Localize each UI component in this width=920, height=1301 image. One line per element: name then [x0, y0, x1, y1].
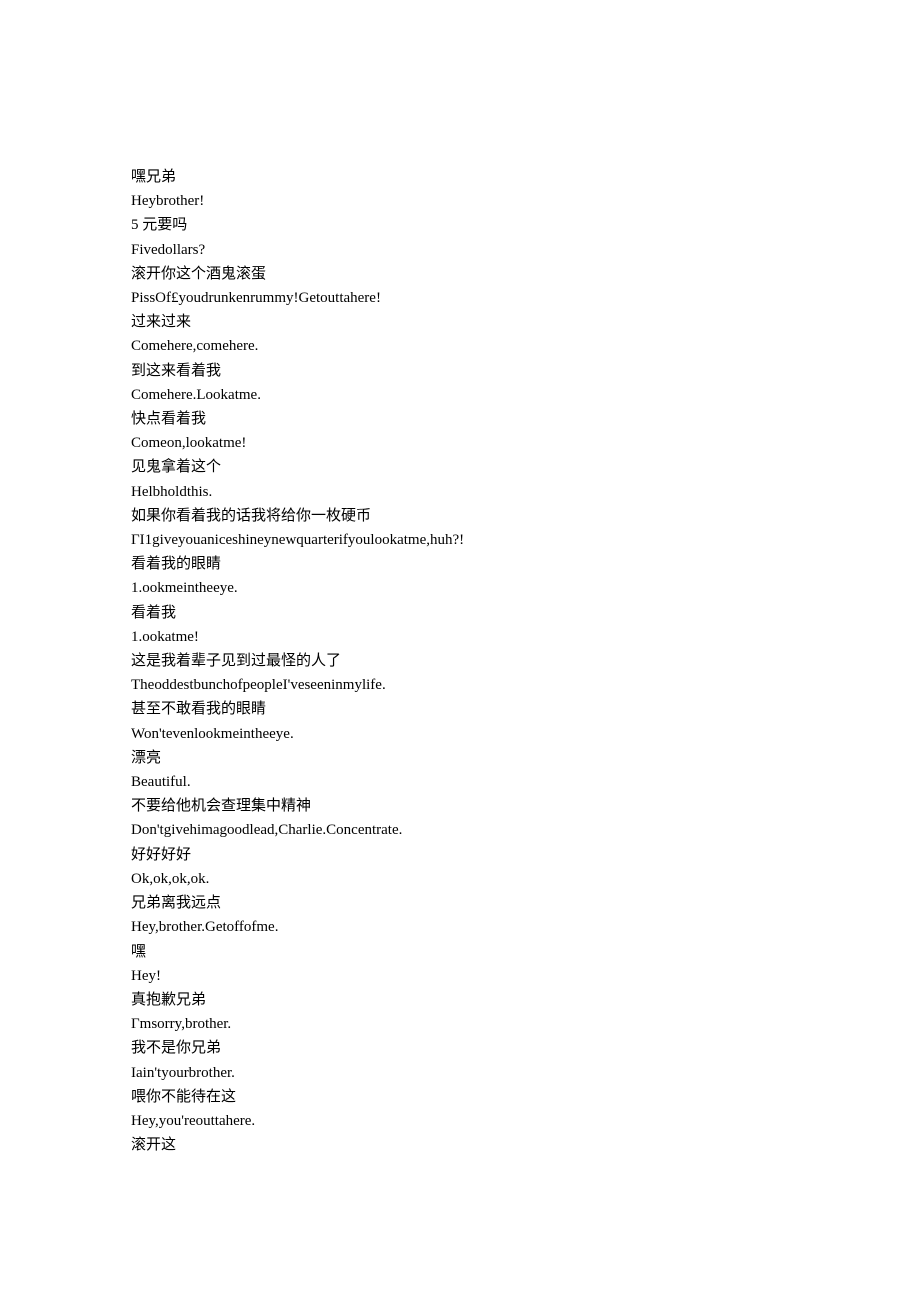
- text-line: 真抱歉兄弟: [131, 988, 791, 1012]
- text-line: 甚至不敢看我的眼睛: [131, 697, 791, 721]
- text-line: Hey,you'reouttahere.: [131, 1109, 791, 1133]
- text-line: 不要给他机会查理集中精神: [131, 794, 791, 818]
- text-line: 滚开你这个酒鬼滚蛋: [131, 262, 791, 286]
- text-line: Comehere.Lookatme.: [131, 383, 791, 407]
- text-line: 5 元要吗: [131, 213, 791, 237]
- text-line: Iain'tyourbrother.: [131, 1061, 791, 1085]
- text-line: Won'tevenlookmeintheeye.: [131, 722, 791, 746]
- text-line: Hey,brother.Getoffofme.: [131, 915, 791, 939]
- text-line: 嘿: [131, 940, 791, 964]
- text-line: 滚开这: [131, 1133, 791, 1157]
- document-page: 嘿兄弟Heybrother!5 元要吗Fivedollars?滚开你这个酒鬼滚蛋…: [0, 0, 791, 1157]
- text-line: 如果你看着我的话我将给你一枚硬币: [131, 504, 791, 528]
- text-line: Heybrother!: [131, 189, 791, 213]
- text-line: Don'tgivehimagoodlead,Charlie.Concentrat…: [131, 818, 791, 842]
- text-line: TheoddestbunchofpeopleI'veseeninmylife.: [131, 673, 791, 697]
- text-line: 过来过来: [131, 310, 791, 334]
- text-line: 看着我的眼睛: [131, 552, 791, 576]
- text-line: 到这来看着我: [131, 359, 791, 383]
- text-line: 漂亮: [131, 746, 791, 770]
- text-line: 好好好好: [131, 843, 791, 867]
- text-line: Helbholdthis.: [131, 480, 791, 504]
- text-line: 我不是你兄弟: [131, 1036, 791, 1060]
- text-line: 兄弟离我远点: [131, 891, 791, 915]
- text-line: 见鬼拿着这个: [131, 455, 791, 479]
- text-line: PissOf£youdrunkenrummy!Getouttahere!: [131, 286, 791, 310]
- text-line: Ok,ok,ok,ok.: [131, 867, 791, 891]
- text-line: Comeon,lookatme!: [131, 431, 791, 455]
- text-line: Hey!: [131, 964, 791, 988]
- text-line: Beautiful.: [131, 770, 791, 794]
- text-line: Fivedollars?: [131, 238, 791, 262]
- text-line: 看着我: [131, 601, 791, 625]
- text-line: 1.ookmeintheeye.: [131, 576, 791, 600]
- text-line: Γmsorry,brother.: [131, 1012, 791, 1036]
- text-line: 喂你不能待在这: [131, 1085, 791, 1109]
- text-line: ΓI1giveyouaniceshineynewquarterifyoulook…: [131, 528, 791, 552]
- text-line: 1.ookatme!: [131, 625, 791, 649]
- text-line: 这是我着辈子见到过最怪的人了: [131, 649, 791, 673]
- text-line: 嘿兄弟: [131, 165, 791, 189]
- text-line: Comehere,comehere.: [131, 334, 791, 358]
- text-body: 嘿兄弟Heybrother!5 元要吗Fivedollars?滚开你这个酒鬼滚蛋…: [131, 165, 791, 1157]
- text-line: 快点看着我: [131, 407, 791, 431]
